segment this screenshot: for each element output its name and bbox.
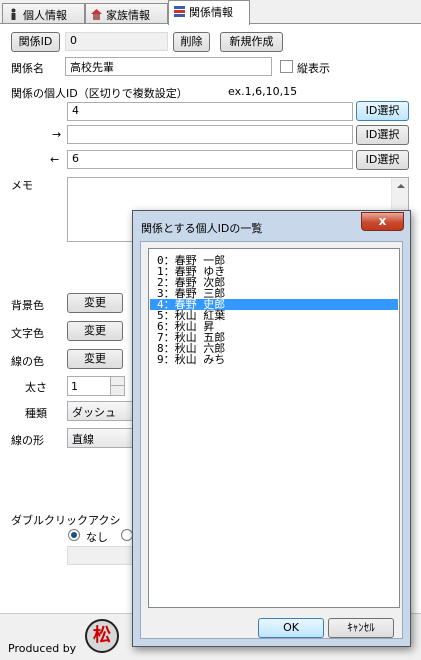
spin-down-icon[interactable]: [110, 386, 124, 395]
line-color-change-button[interactable]: 変更: [67, 349, 123, 369]
tab-family-info[interactable]: 家族情報: [85, 3, 168, 24]
tab-label: 関係情報: [189, 6, 233, 19]
person-id-field-1[interactable]: 4: [67, 102, 353, 121]
relation-id-button[interactable]: 関係ID: [11, 32, 60, 52]
line-color-label: 線の色: [11, 355, 44, 368]
person-id-field-3[interactable]: 6: [67, 150, 353, 169]
example-text: ex.1,6,10,15: [228, 85, 298, 98]
bg-color-change-button[interactable]: 変更: [67, 293, 123, 313]
line-shape-label: 線の形: [11, 434, 44, 447]
id-select-button-3[interactable]: ID選択: [356, 150, 409, 170]
id-list-dialog: 関係とする個人IDの一覧 x 0：春野 一郎 1：春野 ゆき 2：春野 次郎 3…: [132, 210, 411, 647]
cancel-button[interactable]: ｷｬﾝｾﾙ: [328, 618, 394, 638]
arrow-right-icon: →: [52, 128, 62, 141]
relation-icon: [173, 5, 186, 18]
tab-bar: 個人情報 家族情報 関係情報: [0, 0, 421, 25]
list-item[interactable]: 9：秋山 みち: [157, 354, 225, 365]
vertical-label: 縦表示: [297, 62, 330, 75]
radio-none[interactable]: [68, 529, 80, 541]
spin-up-icon[interactable]: [110, 377, 124, 386]
dialog-body: 0：春野 一郎 1：春野 ゆき 2：春野 次郎 3：春野 三郎 4：春野 史郎 …: [140, 241, 403, 639]
dblclick-action-label: ダブルクリックアクシ: [11, 514, 121, 527]
tab-label: 家族情報: [106, 9, 150, 22]
thickness-label: 太さ: [25, 381, 47, 394]
person-ids-label: 関係の個人ID（区切りで複数設定）: [11, 87, 188, 100]
dblclick-action-field[interactable]: [67, 546, 133, 565]
person-icon: [7, 8, 20, 21]
radio-none-label: なし: [86, 531, 108, 544]
scroll-up-icon[interactable]: [397, 184, 405, 188]
relation-name-field[interactable]: 高校先輩: [65, 57, 272, 76]
delete-button[interactable]: 削除: [173, 32, 210, 52]
close-icon[interactable]: x: [361, 212, 404, 231]
line-type-label: 種類: [25, 407, 47, 420]
memo-label: メモ: [11, 179, 33, 192]
matsu-logo: 松: [85, 619, 119, 653]
relation-id-field[interactable]: 0: [65, 32, 168, 51]
house-icon: [90, 8, 103, 21]
person-id-field-2[interactable]: [67, 125, 353, 144]
bg-color-label: 背景色: [11, 299, 44, 312]
ok-button[interactable]: OK: [258, 618, 324, 638]
arrow-left-icon: ←: [50, 153, 60, 166]
relation-name-label: 関係名: [11, 62, 44, 75]
line-shape-select[interactable]: 直線: [67, 428, 133, 448]
produced-by-text: Produced by: [8, 642, 77, 655]
tab-label: 個人情報: [23, 9, 67, 22]
thickness-value: 1: [71, 380, 78, 393]
tab-personal-info[interactable]: 個人情報: [2, 3, 85, 24]
new-button[interactable]: 新規作成: [220, 32, 283, 52]
text-color-label: 文字色: [11, 327, 44, 340]
vertical-checkbox[interactable]: [280, 60, 293, 73]
line-type-select[interactable]: ダッシュ: [67, 401, 133, 421]
id-select-button-1[interactable]: ID選択: [356, 101, 409, 121]
person-id-list[interactable]: 0：春野 一郎 1：春野 ゆき 2：春野 次郎 3：春野 三郎 4：春野 史郎 …: [148, 248, 400, 608]
tab-relation-info[interactable]: 関係情報: [168, 0, 250, 25]
text-color-change-button[interactable]: 変更: [67, 321, 123, 341]
id-select-button-2[interactable]: ID選択: [356, 125, 409, 145]
thickness-spinner[interactable]: 1: [67, 376, 125, 396]
